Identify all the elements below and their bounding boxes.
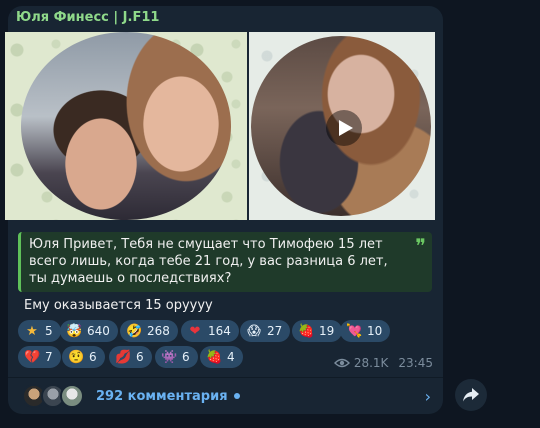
message-time: 23:45 [398,356,433,370]
reaction-count: 6 [136,350,144,364]
round-video-thumbnail[interactable] [21,32,231,220]
quote-text: Юля Привет, Тебя не смущает что Тимофею … [29,237,388,286]
reaction-heart[interactable]: ❤ 164 [181,320,239,342]
comments-button[interactable]: 292 комментария › [8,378,443,414]
scream-icon: 😱 [247,323,261,339]
play-button[interactable] [326,110,362,146]
reaction-count: 268 [147,324,170,338]
reaction-exploding-head[interactable]: 🤯 640 [60,320,118,342]
reaction-heart-arrow[interactable]: 💘 10 [340,320,391,342]
commenter-avatars [22,384,86,408]
heart-arrow-icon: 💘 [346,323,363,339]
alien-monster-icon: 👾 [161,349,178,365]
reaction-count: 27 [267,324,283,338]
strawberry-icon: 🍓 [206,349,223,365]
reaction-count: 19 [319,324,335,338]
reaction-count: 640 [87,324,110,338]
heart-icon: ❤ [189,323,201,339]
reaction-strawberry[interactable]: 🍓 19 [292,320,343,342]
strawberry-icon: 🍓 [298,323,315,339]
reaction-rofl[interactable]: 🤣 268 [120,320,178,342]
reaction-count: 4 [227,350,235,364]
exploding-head-icon: 🤯 [66,323,83,339]
unread-dot [233,393,240,399]
kiss-icon: 💋 [115,349,132,365]
reaction-count: 6 [182,350,190,364]
broken-heart-icon: 💔 [24,349,41,365]
comments-label: 292 комментария [96,388,228,404]
reaction-raised-eyebrow[interactable]: 🤨 6 [62,346,105,368]
reaction-count: 6 [89,350,97,364]
channel-name[interactable]: Юля Финесс | J.F11 [16,10,159,25]
video-message-1[interactable] [5,32,247,220]
quote-icon: ❞ [415,234,426,258]
raised-eyebrow-icon: 🤨 [68,349,85,365]
share-icon [463,388,479,402]
reaction-kiss[interactable]: 💋 6 [109,346,152,368]
round-video-thumbnail[interactable] [251,36,431,216]
view-count: 28.1K [353,356,389,370]
reaction-count: 7 [45,350,53,364]
share-button[interactable] [455,379,487,411]
rofl-icon: 🤣 [126,323,143,339]
reaction-count: 164 [208,324,231,338]
quote-block: Юля Привет, Тебя не смущает что Тимофею … [18,232,432,292]
chevron-right-icon: › [424,387,431,406]
play-icon [338,120,353,136]
reaction-scream[interactable]: 😱 27 [240,320,291,342]
avatar [60,384,84,408]
eye-icon [333,358,350,368]
reaction-strawberry-2[interactable]: 🍓 4 [200,346,243,368]
reaction-star[interactable]: ★ 5 [18,320,61,342]
star-icon: ★ [26,323,38,339]
video-message-2[interactable] [249,32,435,220]
message-text: Ему оказывается 15 оруууу [24,298,213,313]
reaction-count: 5 [45,324,53,338]
reaction-count: 10 [367,324,383,338]
reaction-broken-heart[interactable]: 💔 7 [18,346,61,368]
reaction-alien-monster[interactable]: 👾 6 [155,346,198,368]
message-meta: 28.1K 23:45 [333,356,433,370]
